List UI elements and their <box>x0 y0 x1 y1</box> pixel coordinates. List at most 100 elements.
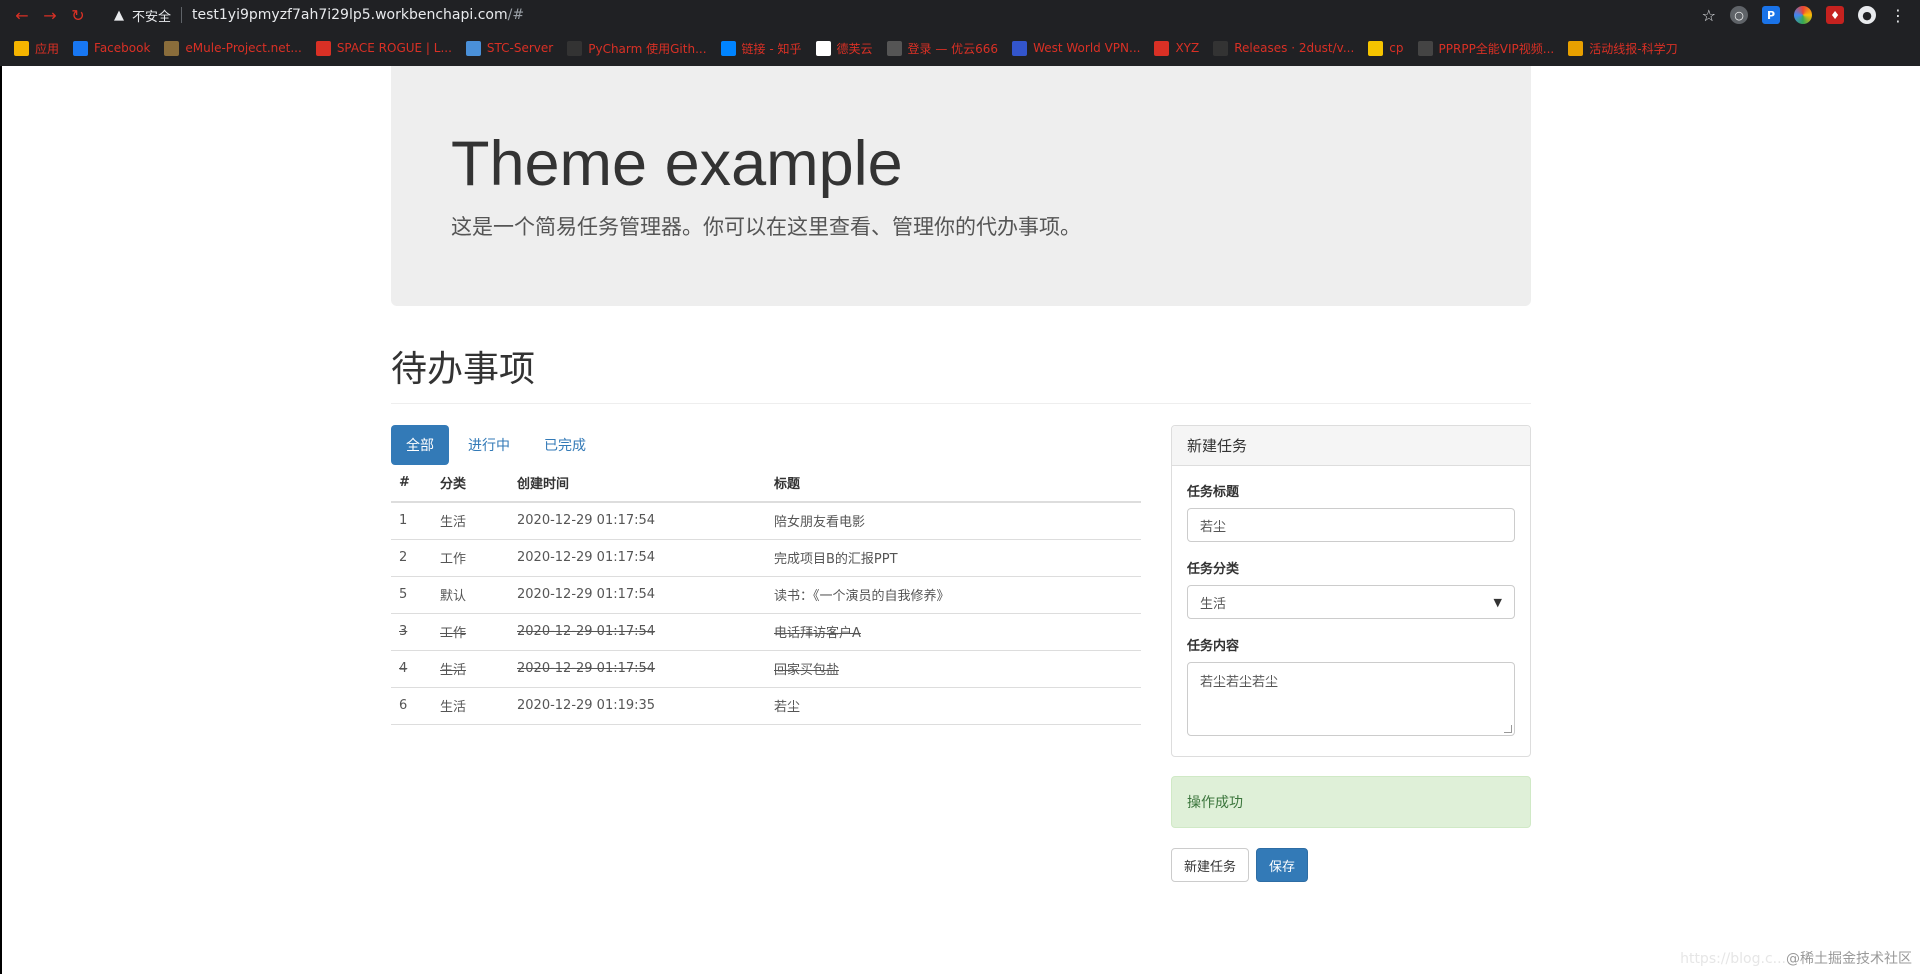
task-content-value: 若尘若尘若尘 <box>1200 675 1279 690</box>
bookmark-label: SPACE ROGUE | L... <box>336 41 452 55</box>
bookmark-item[interactable]: PPRPP全能VIP视频... <box>1417 40 1555 57</box>
panel-heading: 新建任务 <box>1172 426 1530 466</box>
task-content-textarea[interactable]: 若尘若尘若尘 <box>1187 662 1515 736</box>
table-header-row: # 分类 创建时间 标题 <box>391 463 1141 503</box>
tab-in-progress[interactable]: 进行中 <box>453 425 525 465</box>
task-category-value: 生活 <box>1200 596 1227 612</box>
bookmark-label: eMule-Project.net... <box>185 41 302 55</box>
panel-body: 任务标题 若尘 任务分类 生活 ▼ 任务内容 若尘若尘若尘 <box>1172 466 1530 751</box>
bookmark-label: XYZ <box>1175 41 1200 55</box>
omnibox-divider <box>181 7 183 23</box>
bookmark-label: cp <box>1389 41 1404 55</box>
page-lead: 这是一个简易任务管理器。你可以在这里查看、管理你的代办事项。 <box>451 215 1081 240</box>
cell-created: 2020-12-29 01:17:54 <box>509 502 766 540</box>
bookmark-item[interactable]: SPACE ROGUE | L... <box>315 40 452 56</box>
col-header-category: 分类 <box>432 463 509 503</box>
new-task-button[interactable]: 新建任务 <box>1171 848 1250 882</box>
bookmark-label: 德芙云 <box>836 41 873 56</box>
space-rogue-icon <box>315 40 331 56</box>
bookmark-item[interactable]: cp <box>1368 40 1404 56</box>
bookmark-item[interactable]: 链接 - 知乎 <box>720 40 802 57</box>
emule-icon <box>164 40 180 56</box>
cell-id: 5 <box>391 576 432 614</box>
table-row[interactable]: 3 工作 2020-12-29 01:17:54 电话拜访客户A <box>391 613 1141 651</box>
table-row[interactable]: 1 生活 2020-12-29 01:17:54 陪女朋友看电影 <box>391 502 1141 540</box>
jumbotron: Theme example 这是一个简易任务管理器。你可以在这里查看、管理你的代… <box>391 66 1531 306</box>
github-icon <box>567 40 583 56</box>
task-title-label: 任务标题 <box>1187 485 1240 500</box>
zhihu-icon <box>720 40 736 56</box>
resize-handle-icon[interactable] <box>1504 725 1512 733</box>
window-edge <box>0 66 2 974</box>
cell-created: 2020-12-29 01:17:54 <box>509 539 766 577</box>
puzzle-extension-icon[interactable]: ♦ <box>1826 6 1844 24</box>
cell-title: 若尘 <box>766 687 1141 725</box>
tab-completed[interactable]: 已完成 <box>529 425 601 465</box>
cell-created: 2020-12-29 01:17:54 <box>509 650 766 688</box>
cell-category: 默认 <box>432 576 509 614</box>
chevron-down-icon: ▼ <box>1493 595 1502 609</box>
facebook-icon <box>73 40 89 56</box>
cell-title: 陪女朋友看电影 <box>766 502 1141 540</box>
menu-kebab-icon[interactable]: ⋮ <box>1890 6 1906 25</box>
url-host: test1yi9pmyzf7ah7i29lp5.workbenchapi.com <box>192 7 508 23</box>
cell-title: 读书：《一个演员的自我修养》 <box>766 576 1141 614</box>
bookmark-label: PPRPP全能VIP视频... <box>1438 41 1555 56</box>
success-alert: 操作成功 <box>1171 776 1531 828</box>
bookmark-label: 链接 - 知乎 <box>741 41 802 56</box>
profile-avatar-icon[interactable]: ● <box>1858 6 1876 24</box>
bookmark-label: Facebook <box>94 41 151 55</box>
color-extension-icon[interactable] <box>1794 6 1812 24</box>
bookmark-item[interactable]: XYZ <box>1154 40 1200 56</box>
dove-icon <box>815 40 831 56</box>
lightbulb-extension-icon[interactable]: ○ <box>1730 6 1748 24</box>
bookmark-item[interactable]: Facebook <box>73 40 151 56</box>
bookmark-item[interactable]: West World VPN... <box>1012 40 1141 56</box>
task-table: # 分类 创建时间 标题 1 生活 2020-12-29 01:17:54 陪女朋友看… <box>391 463 1141 725</box>
cell-title: 完成项目B的汇报PPT <box>766 539 1141 577</box>
bookmark-label: PyCharm 使用Gith... <box>588 41 707 56</box>
save-button[interactable]: 保存 <box>1256 848 1309 882</box>
col-header-created: 创建时间 <box>509 463 766 503</box>
bookmark-item[interactable]: 活动线报-科学刀 <box>1568 40 1678 57</box>
toolbar-extensions: ☆ ○ P ♦ ● ⋮ <box>1702 0 1920 30</box>
cell-created: 2020-12-29 01:19:35 <box>509 687 766 725</box>
filter-tabs: 全部 进行中 已完成 <box>391 425 601 465</box>
pprpp-icon <box>1417 40 1433 56</box>
reload-icon[interactable]: ↻ <box>64 1 92 29</box>
stc-icon <box>465 40 481 56</box>
forward-arrow-icon[interactable]: → <box>36 1 64 29</box>
table-row[interactable]: 6 生活 2020-12-29 01:19:35 若尘 <box>391 687 1141 725</box>
bookmarks-bar: 应用 Facebook eMule-Project.net... SPACE ROGU… <box>0 30 1920 66</box>
task-title-input[interactable]: 若尘 <box>1187 508 1515 542</box>
bookmark-item[interactable]: 应用 <box>14 40 59 57</box>
p-extension-icon[interactable]: P <box>1762 6 1780 24</box>
task-content-label: 任务内容 <box>1187 639 1240 654</box>
warning-icon: ▲ <box>114 7 124 23</box>
bookmark-label: 登录 — 优云666 <box>907 41 999 56</box>
bookmark-item[interactable]: eMule-Project.net... <box>164 40 302 56</box>
folder-icon <box>1368 40 1384 56</box>
table-row[interactable]: 2 工作 2020-12-29 01:17:54 完成项目B的汇报PPT <box>391 539 1141 577</box>
browser-toolbar: ← → ↻ ▲ 不安全 test1yi9pmyzf7ah7i29lp5.work… <box>0 0 1920 30</box>
bookmark-item[interactable]: 登录 — 优云666 <box>886 40 999 57</box>
address-bar[interactable]: ▲ 不安全 test1yi9pmyzf7ah7i29lp5.workbencha… <box>102 2 1692 28</box>
back-arrow-icon[interactable]: ← <box>8 1 36 29</box>
apps-grid-icon <box>14 40 29 56</box>
cell-category: 工作 <box>432 539 509 577</box>
cell-category: 工作 <box>432 613 509 651</box>
watermark: https://blog.c...@稀土掘金技术社区 <box>1680 948 1912 968</box>
table-row[interactable]: 4 生活 2020-12-29 01:17:54 回家买包盐 <box>391 650 1141 688</box>
bookmark-label: West World VPN... <box>1033 41 1141 55</box>
tab-all[interactable]: 全部 <box>391 425 449 465</box>
new-task-panel: 新建任务 任务标题 若尘 任务分类 生活 ▼ 任务内容 若尘若尘若尘 <box>1171 425 1531 757</box>
bookmark-item[interactable]: 德芙云 <box>815 40 873 57</box>
bookmark-item[interactable]: Releases · 2dust/v... <box>1213 40 1354 56</box>
table-row[interactable]: 5 默认 2020-12-29 01:17:54 读书：《一个演员的自我修养》 <box>391 576 1141 614</box>
bookmark-item[interactable]: STC-Server <box>465 40 553 56</box>
bookmark-item[interactable]: PyCharm 使用Gith... <box>567 40 707 57</box>
task-category-select[interactable]: 生活 ▼ <box>1187 585 1515 619</box>
bookmark-label: 活动线报-科学刀 <box>1589 41 1678 56</box>
task-category-label: 任务分类 <box>1187 562 1240 577</box>
star-icon[interactable]: ☆ <box>1702 6 1716 25</box>
